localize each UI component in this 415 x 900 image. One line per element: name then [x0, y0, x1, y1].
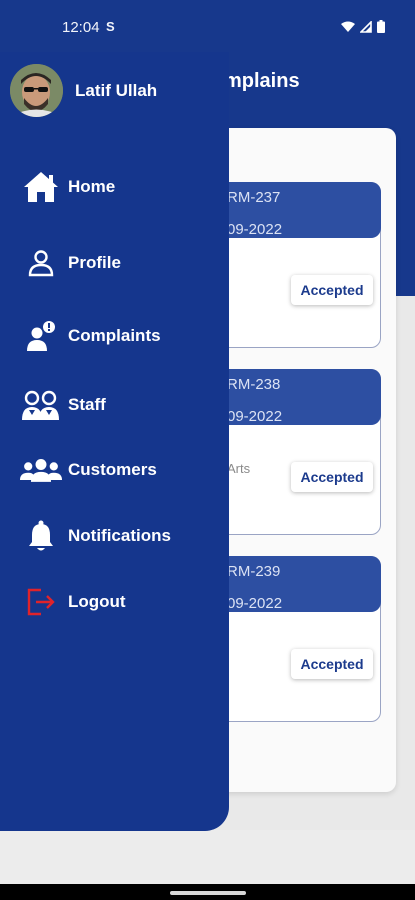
person-icon [20, 243, 62, 283]
drawer-item-complaints[interactable]: Complaints [20, 316, 161, 356]
drawer-item-label: Complaints [68, 326, 161, 345]
gesture-nav-bar [0, 884, 415, 900]
drawer-item-profile[interactable]: Profile [20, 243, 121, 283]
wifi-icon [341, 21, 355, 32]
complaint-icon [20, 316, 62, 356]
drawer-item-label: Notifications [68, 526, 171, 545]
drawer-item-notifications[interactable]: Notifications [20, 516, 171, 556]
complaint-detail: Arts [227, 461, 251, 476]
user-name: Latif Ullah [75, 80, 158, 100]
drawer-item-label: Customers [68, 460, 157, 479]
avatar[interactable] [10, 64, 63, 117]
drawer-item-staff[interactable]: Staff [20, 385, 106, 425]
logout-icon [20, 582, 62, 622]
complaint-date: 09-2022 [227, 595, 283, 612]
complaint-code: RM-237 [227, 189, 281, 206]
drawer-item-customers[interactable]: Customers [20, 450, 157, 490]
status-bar: 12:04 S [0, 0, 415, 52]
drawer-item-label: Logout [68, 592, 126, 611]
bell-icon [20, 516, 62, 556]
drawer-item-label: Staff [68, 395, 106, 414]
status-badge[interactable]: Accepted [291, 275, 373, 305]
page-title: mplains [224, 70, 300, 92]
staff-icon [20, 385, 62, 425]
status-badge[interactable]: Accepted [291, 649, 373, 679]
cell-signal-icon [360, 20, 372, 33]
drawer-item-home[interactable]: Home [20, 167, 115, 207]
complaint-date: 09-2022 [227, 221, 283, 238]
complaint-code: RM-239 [227, 563, 281, 580]
status-time: 12:04 [62, 19, 100, 36]
screen-bottom [0, 830, 415, 885]
customers-icon [20, 450, 62, 490]
drawer-profile[interactable]: Latif Ullah [10, 64, 157, 117]
sim-s-icon: S [106, 19, 115, 34]
drawer-item-label: Profile [68, 253, 121, 272]
drawer-item-logout[interactable]: Logout [20, 582, 126, 622]
avatar-photo [10, 64, 63, 117]
home-gesture-handle[interactable] [170, 891, 246, 895]
status-badge[interactable]: Accepted [291, 462, 373, 492]
complaint-code: RM-238 [227, 376, 281, 393]
battery-icon [377, 20, 385, 33]
navigation-drawer: Latif Ullah Home Profile Complaints Staf… [0, 52, 229, 831]
drawer-item-label: Home [68, 177, 116, 196]
system-icons [341, 20, 385, 33]
complaint-date: 09-2022 [227, 408, 283, 425]
home-icon [20, 167, 62, 207]
